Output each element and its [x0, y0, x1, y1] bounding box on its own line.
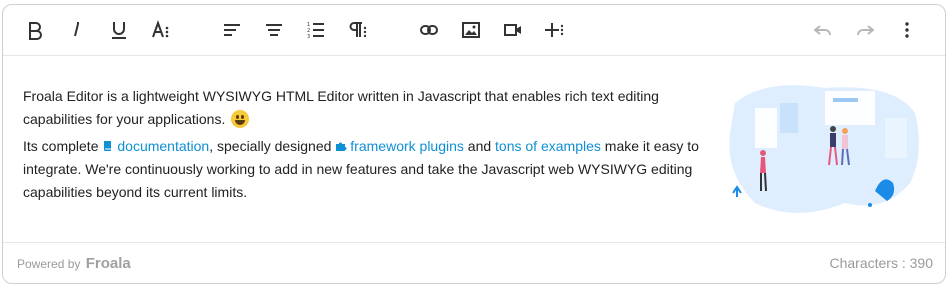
powered-by-froala[interactable]: Powered by Froala	[17, 255, 131, 272]
editor-toolbar: 123	[3, 5, 945, 56]
link-icon	[420, 25, 438, 35]
insert-video-button[interactable]	[498, 15, 528, 45]
rich-text-editor: 123 Froala Editor is a lightweight WYSIW…	[2, 4, 946, 284]
editor-footer: Powered by Froala Characters : 390	[3, 242, 945, 283]
align-left-icon	[224, 24, 240, 36]
font-size-button[interactable]	[146, 15, 176, 45]
paragraph-1: Froala Editor is a lightweight WYSIWYG H…	[23, 85, 713, 131]
undo-button[interactable]	[808, 15, 838, 45]
puzzle-icon	[336, 142, 347, 151]
documentation-link[interactable]: documentation	[102, 138, 209, 154]
framework-plugins-link[interactable]: framework plugins	[335, 138, 464, 154]
paragraph-2-text-b: , specially designed	[209, 138, 336, 154]
underline-icon	[112, 22, 126, 39]
undo-icon	[813, 25, 831, 36]
froala-logo: Froala	[85, 255, 131, 272]
svg-text:3: 3	[307, 34, 310, 40]
grinning-emoji-icon	[231, 110, 250, 128]
documentation-link-label: documentation	[117, 138, 210, 154]
insert-image-button[interactable]	[456, 15, 486, 45]
italic-button[interactable]	[62, 15, 92, 45]
insert-link-button[interactable]	[414, 15, 444, 45]
paragraph-2-text-c: and	[463, 138, 496, 154]
ordered-list-button[interactable]: 123	[301, 15, 331, 45]
book-icon	[104, 141, 112, 151]
video-icon	[504, 24, 521, 36]
paragraph-icon	[349, 22, 367, 38]
underline-button[interactable]	[104, 15, 134, 45]
tons-of-examples-link[interactable]: tons of examples	[495, 138, 601, 154]
image-icon	[462, 22, 480, 38]
editor-content[interactable]: Froala Editor is a lightweight WYSIWYG H…	[23, 85, 713, 208]
powered-by-label: Powered by	[17, 257, 81, 271]
character-count: Characters : 390	[829, 255, 934, 271]
paragraph-2: Its complete documentation, specially de…	[23, 135, 713, 204]
more-insert-button[interactable]	[540, 15, 570, 45]
editor-illustration	[729, 85, 919, 213]
redo-button[interactable]	[850, 15, 880, 45]
numbered-list-icon: 123	[307, 22, 324, 40]
align-left-button[interactable]	[217, 15, 247, 45]
paragraph-2-text-a: Its complete	[23, 138, 103, 154]
bold-icon	[29, 22, 42, 40]
paragraph-format-button[interactable]	[343, 15, 373, 45]
text-size-icon	[152, 20, 169, 38]
paragraph-1-text: Froala Editor is a lightweight WYSIWYG H…	[23, 88, 659, 127]
align-center-icon	[266, 24, 282, 36]
redo-icon	[857, 25, 875, 36]
more-options-button[interactable]	[892, 15, 922, 45]
bold-button[interactable]	[20, 15, 50, 45]
kebab-icon	[905, 22, 909, 38]
italic-icon	[74, 22, 79, 37]
plus-more-icon	[545, 23, 564, 37]
align-center-button[interactable]	[259, 15, 289, 45]
framework-plugins-link-label: framework plugins	[350, 138, 464, 154]
